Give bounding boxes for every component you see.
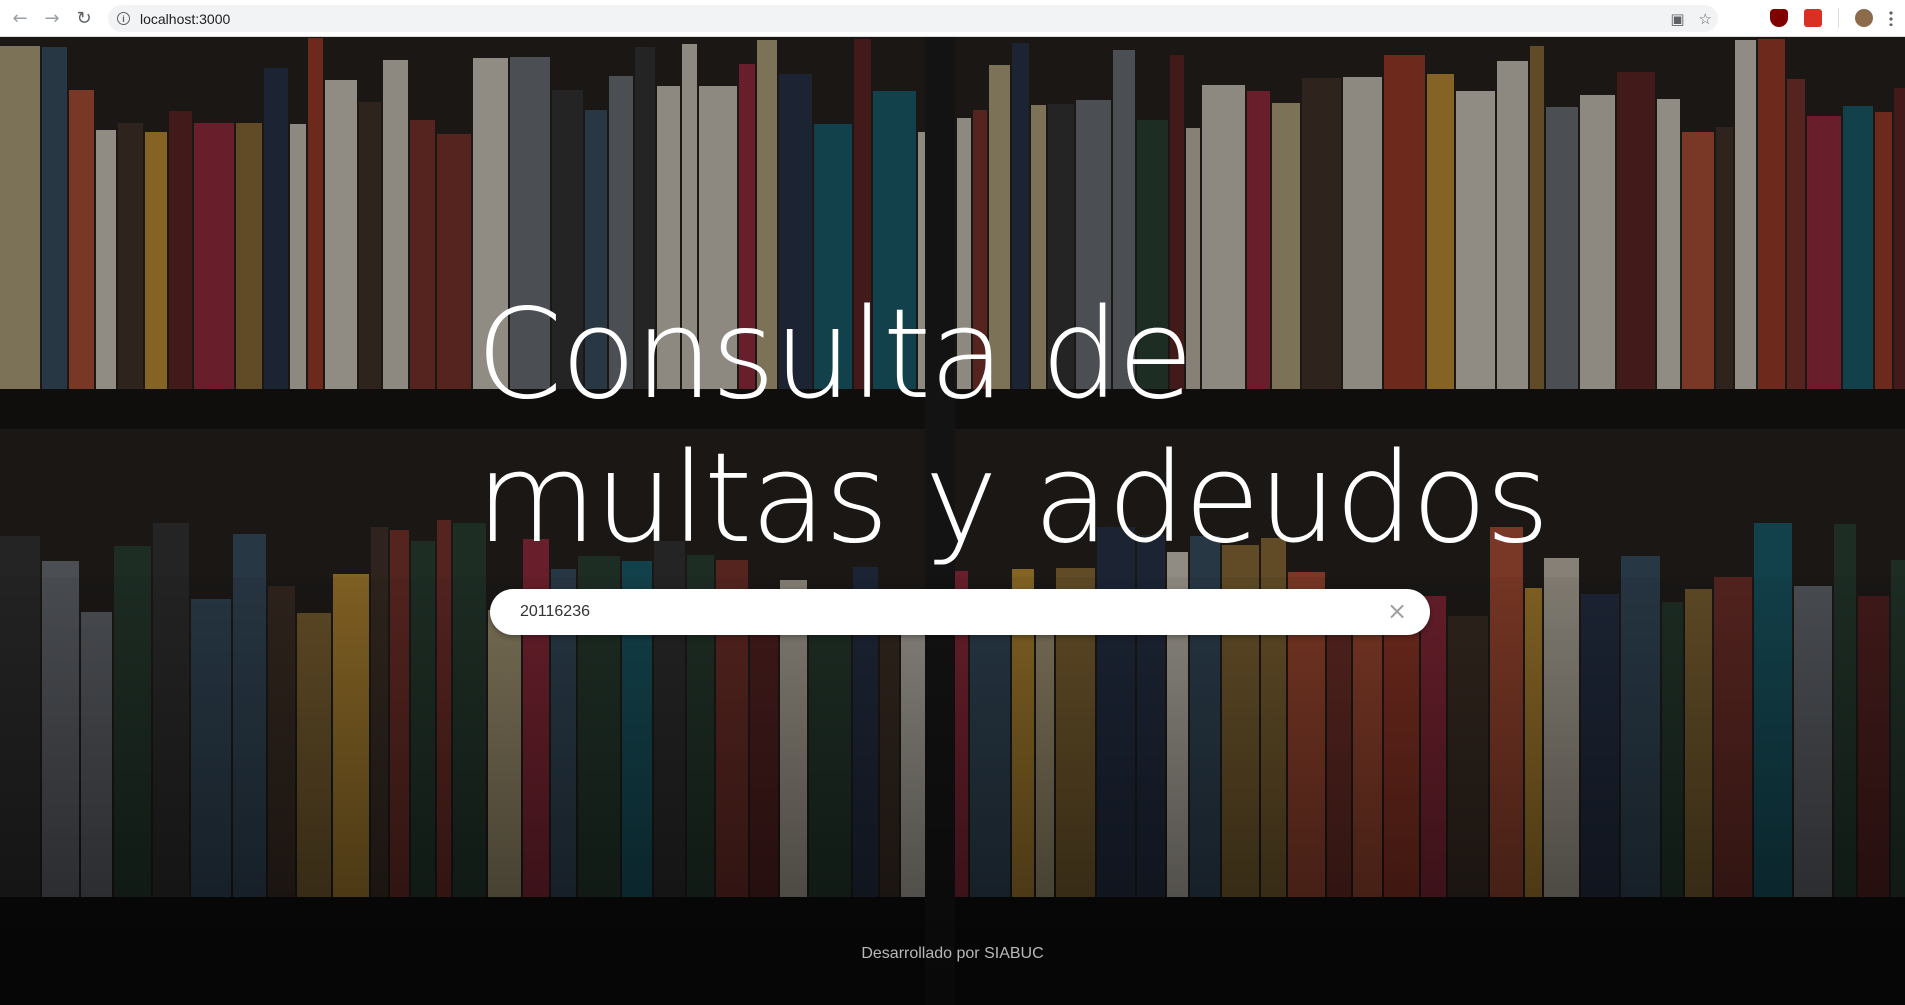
site-info-icon[interactable]: i [117,12,130,25]
toolbar-divider [1838,8,1839,28]
title-line-1: Consulta de [476,283,1194,427]
background-gradient [0,577,1905,1005]
extension-icon[interactable] [1804,9,1822,27]
browser-menu-icon[interactable] [1889,10,1893,26]
page-title: Consulta de multas y adeudos [476,283,1550,571]
clear-icon[interactable]: × [1386,599,1408,623]
browser-toolbar: ← → ↻ i localhost:3000 ▣ ☆ [0,0,1905,37]
footer-credit: Desarrollado por SIABUC [861,945,1044,962]
back-icon[interactable]: ← [8,6,32,30]
bookmark-star-icon[interactable]: ☆ [1699,10,1712,28]
translate-icon[interactable]: ▣ [1670,10,1684,28]
profile-avatar[interactable] [1855,9,1873,27]
search-input[interactable] [518,602,1342,622]
ublock-extension-icon[interactable] [1770,9,1788,27]
reload-icon[interactable]: ↻ [72,6,96,30]
address-bar[interactable]: i localhost:3000 ▣ ☆ [108,5,1718,32]
search-bar: × [490,589,1430,635]
title-line-2: multas y adeudos [476,427,1550,571]
url-text[interactable]: localhost:3000 [140,11,230,27]
forward-icon[interactable]: → [40,6,64,30]
